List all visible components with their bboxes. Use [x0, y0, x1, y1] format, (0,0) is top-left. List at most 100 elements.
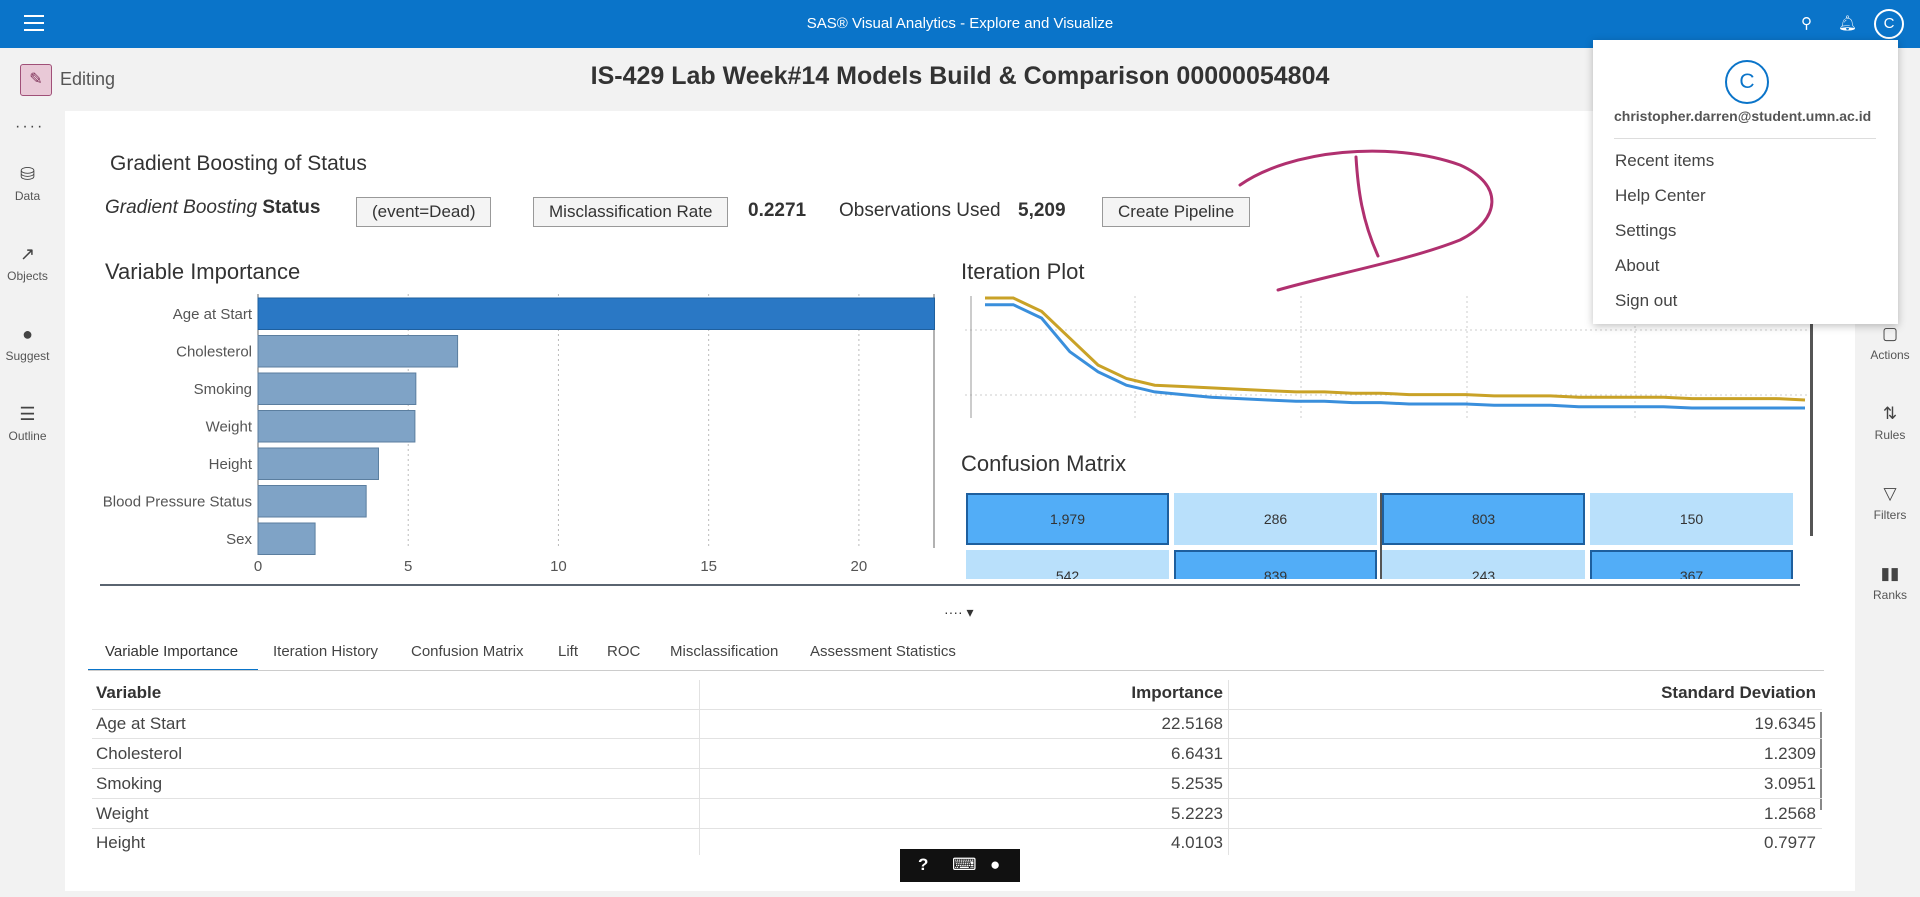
bar[interactable] [257, 447, 379, 480]
left-rail [0, 108, 55, 897]
right-rail-actions-label: Actions [1870, 348, 1910, 362]
column-header-std-dev[interactable]: Standard Deviation [1616, 683, 1816, 703]
tab-confusion-matrix[interactable]: Confusion Matrix [411, 643, 524, 660]
search-icon[interactable]: ⚲ [1801, 14, 1812, 32]
tab-misclassification[interactable]: Misclassification [670, 643, 778, 660]
left-rail-outline-label: Outline [8, 429, 47, 443]
right-rail-filters-label: Filters [1873, 508, 1907, 522]
left-rail-objects[interactable]: ↗ Objects [0, 244, 55, 283]
left-rail-objects-label: Objects [7, 269, 48, 283]
tab-variable-importance[interactable]: Variable Importance [105, 643, 238, 660]
user-menu-avatar: C [1725, 60, 1769, 104]
column-header-variable[interactable]: Variable [96, 683, 161, 703]
column-header-importance[interactable]: Importance [1080, 683, 1223, 703]
ranks-icon: ▮▮ [1880, 564, 1900, 583]
bar[interactable] [257, 522, 316, 555]
panel-resize-handle[interactable]: ···· ▾ [944, 604, 974, 621]
left-rail-data[interactable]: ⛁ Data [0, 164, 55, 203]
confusion-matrix-title: Confusion Matrix [961, 451, 1127, 476]
matrix-cell[interactable]: 839 [1174, 550, 1377, 579]
iteration-plot-title: Iteration Plot [961, 259, 1085, 284]
right-rail-rules[interactable]: ⇅ Rules [1860, 404, 1920, 442]
right-rail-ranks-label: Ranks [1872, 588, 1907, 602]
x-tick-label: 15 [700, 558, 717, 575]
handwritten-annotation [1238, 149, 1494, 292]
create-pipeline-button[interactable]: Create Pipeline [1102, 197, 1251, 227]
matrix-cell[interactable]: 1,979 [966, 493, 1169, 545]
variable-importance-title: Variable Importance [105, 259, 301, 284]
bar[interactable] [257, 372, 417, 405]
menu-item-help-center[interactable]: Help Center [1615, 186, 1706, 206]
model-type: Gradient Boosting [105, 197, 258, 218]
x-tick-label: 5 [404, 558, 412, 575]
cell-std-dev: 1.2309 [1764, 744, 1816, 763]
keyboard-icon[interactable]: ⌨ [952, 855, 977, 875]
row-divider [92, 709, 1822, 710]
matrix-cell[interactable]: 803 [1382, 493, 1585, 545]
x-tick-label: 20 [851, 558, 868, 575]
event-level-button[interactable]: (event=Dead) [356, 197, 492, 227]
menu-item-settings[interactable]: Settings [1615, 221, 1676, 241]
cell-std-dev: 3.0951 [1764, 774, 1816, 793]
cell-variable: Age at Start [96, 714, 186, 733]
metric-value: 0.2271 [748, 200, 807, 221]
notification-bell-icon[interactable]: 🔔︎ [1838, 14, 1857, 32]
menu-item-sign-out[interactable]: Sign out [1615, 291, 1677, 311]
bar[interactable] [257, 297, 936, 330]
right-rail-actions[interactable]: ▢ Actions [1860, 324, 1920, 362]
more-dots-icon[interactable]: ···· [15, 118, 44, 136]
help-toolbar: ? ⌨ ● [900, 849, 1020, 882]
bar-label: Smoking [194, 381, 252, 398]
right-rail-ranks[interactable]: ▮▮ Ranks [1860, 564, 1920, 602]
cell-variable: Smoking [96, 774, 163, 793]
x-tick-label: 10 [550, 558, 567, 575]
matrix-cell[interactable]: 286 [1174, 493, 1377, 545]
right-rail-filters[interactable]: ▽ Filters [1860, 484, 1920, 522]
row-divider [92, 798, 1822, 799]
user-email: christopher.darren@student.umn.ac.id [1614, 108, 1872, 124]
matrix-cell[interactable]: 542 [966, 550, 1169, 579]
model-target: Status [262, 197, 321, 218]
menu-item-recent-items[interactable]: Recent items [1615, 151, 1714, 171]
cell-std-dev: 19.6345 [1754, 714, 1816, 733]
cell-importance: 5.2535 [1171, 774, 1223, 793]
left-rail-data-label: Data [14, 189, 41, 203]
tab-roc[interactable]: ROC [607, 643, 640, 660]
user-avatar-button[interactable]: C [1874, 9, 1904, 39]
bar-label: Weight [206, 418, 253, 435]
table-scrollbar[interactable] [1820, 712, 1822, 810]
cell-variable: Cholesterol [96, 744, 182, 763]
chat-icon[interactable]: ● [990, 855, 1000, 875]
row-divider [92, 828, 1822, 829]
tab-assessment-statistics[interactable]: Assessment Statistics [810, 643, 956, 660]
matrix-cell[interactable]: 150 [1590, 493, 1793, 545]
help-icon[interactable]: ? [918, 855, 928, 875]
left-rail-suggest[interactable]: ● Suggest [0, 324, 55, 363]
bar[interactable] [257, 485, 367, 518]
menu-divider [1614, 138, 1876, 139]
observations-value: 5,209 [1018, 200, 1066, 221]
left-rail-outline[interactable]: ☰ Outline [0, 404, 55, 443]
bar[interactable] [257, 410, 416, 443]
observations-label: Observations Used [839, 200, 1001, 221]
bar-label: Blood Pressure Status [103, 493, 252, 510]
x-tick-label: 0 [254, 558, 262, 575]
splitter-line [100, 584, 1800, 586]
matrix-cell[interactable]: 243 [1382, 550, 1585, 579]
lightbulb-icon: ● [22, 324, 33, 344]
vertical-scrollbar[interactable] [1810, 300, 1813, 536]
bar-label: Age at Start [173, 306, 253, 323]
tab-lift[interactable]: Lift [558, 643, 578, 660]
metric-selector[interactable]: Misclassification Rate [533, 197, 729, 227]
bar-label: Sex [226, 531, 252, 548]
matrix-cell[interactable]: 367 [1590, 550, 1793, 579]
left-rail-suggest-label: Suggest [5, 349, 50, 363]
menu-item-about[interactable]: About [1615, 256, 1659, 276]
confusion-matrix[interactable]: 1,979 286 803 150 542 839 243 367 [966, 493, 1796, 579]
right-rail-rules-label: Rules [1874, 428, 1906, 442]
tab-iteration-history[interactable]: Iteration History [273, 643, 378, 660]
variable-importance-chart[interactable]: Age at Start Cholesterol Smoking Weight Heig… [96, 290, 946, 590]
bar[interactable] [257, 335, 459, 368]
database-icon: ⛁ [19, 164, 36, 184]
list-icon: ☰ [19, 404, 36, 424]
